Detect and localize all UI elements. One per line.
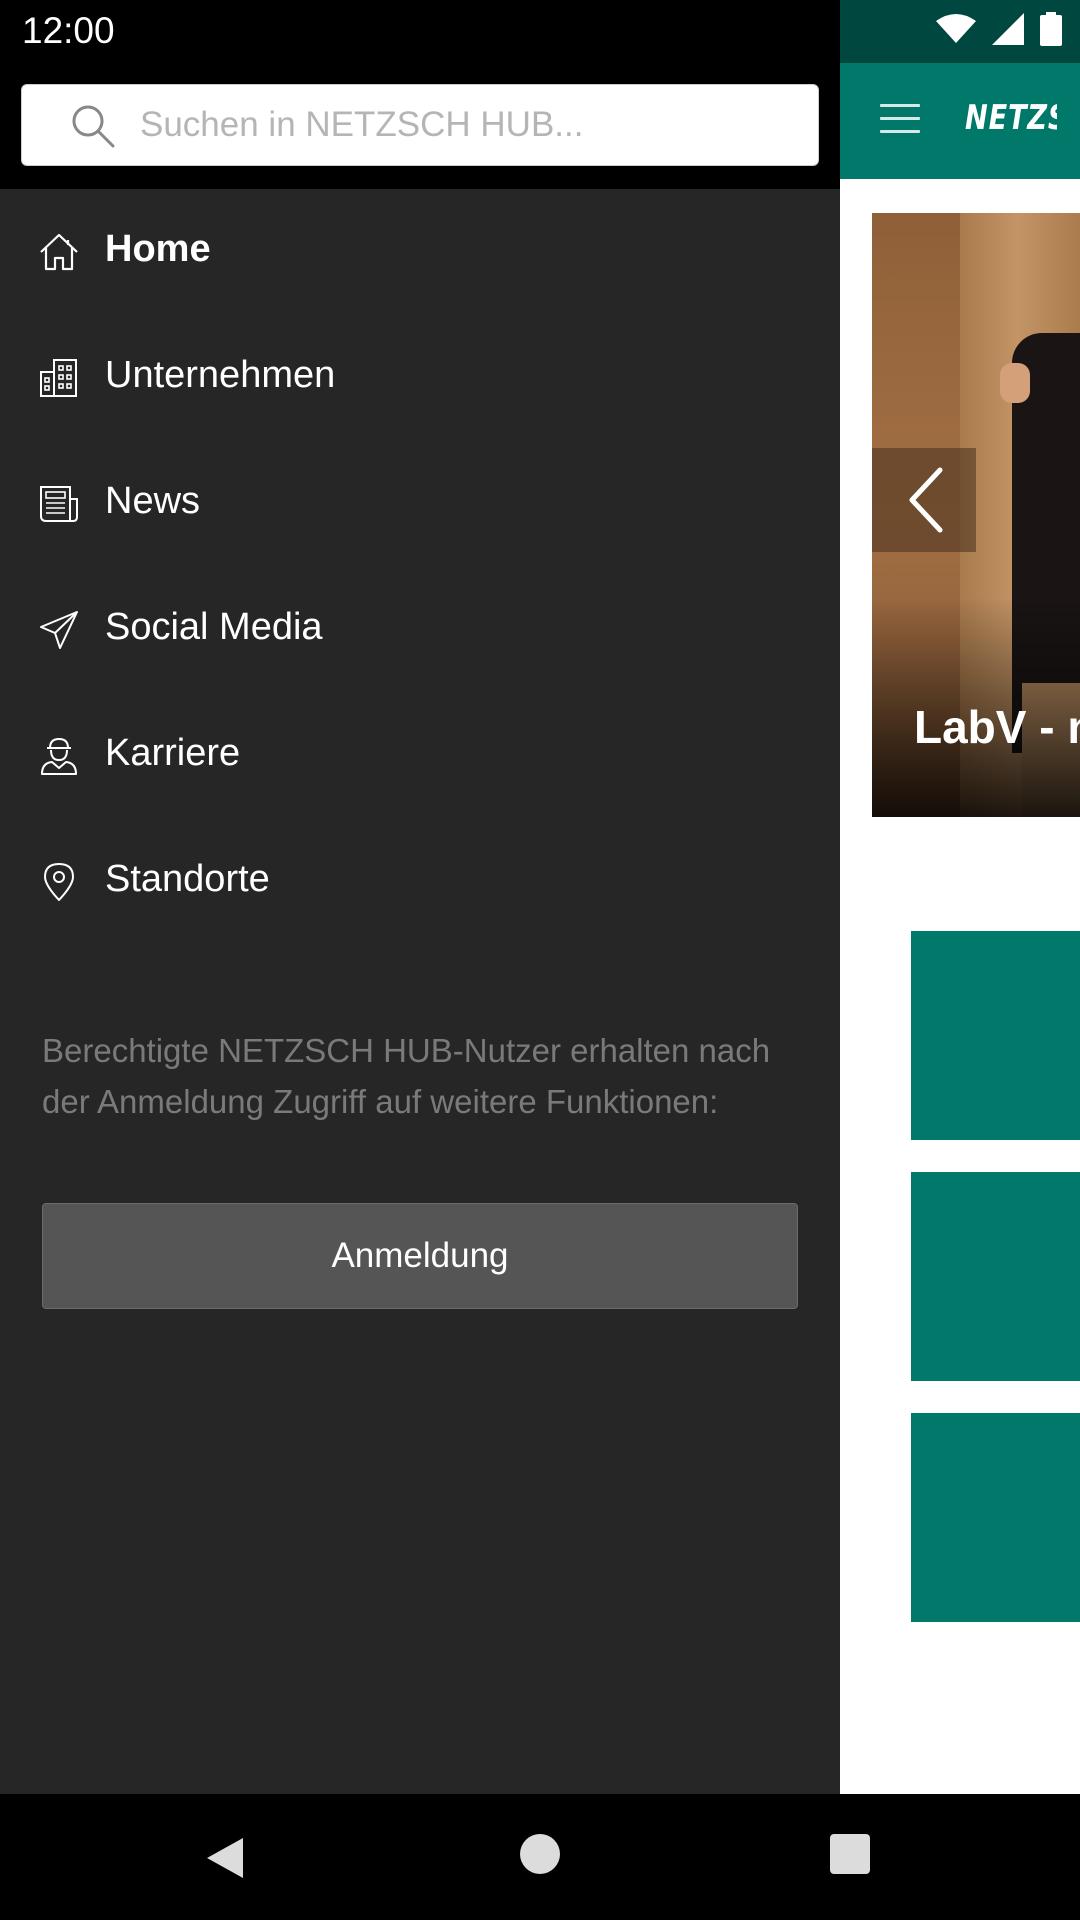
menu-item-news[interactable]: News — [0, 458, 840, 548]
home-button-icon[interactable] — [520, 1834, 560, 1874]
search-box[interactable] — [21, 84, 819, 166]
menu-item-label: Social Media — [105, 606, 323, 648]
navigation-drawer: Home Unternehmen News — [0, 63, 840, 1794]
menu-item-label: News — [105, 480, 201, 522]
brand-logo: NETZSCH — [965, 98, 1057, 138]
hamburger-menu-icon[interactable] — [880, 104, 920, 136]
newspaper-icon — [40, 486, 78, 522]
battery-icon — [1040, 12, 1062, 46]
paper-plane-icon — [40, 611, 78, 649]
menu-item-label: Karriere — [105, 732, 241, 774]
menu-item-social-media[interactable]: Social Media — [0, 584, 840, 674]
login-hint-text: Berechtigte NETZSCH HUB-Nutzer erhalten … — [42, 1032, 771, 1120]
menu-item-standorte[interactable]: Standorte — [0, 836, 840, 926]
menu-item-label: Unternehmen — [105, 354, 336, 396]
status-bar: 12:00 — [0, 0, 840, 63]
back-icon[interactable] — [205, 1836, 245, 1880]
content-tile[interactable] — [911, 931, 1080, 1140]
status-time: 12:00 — [22, 10, 115, 51]
login-button[interactable]: Anmeldung — [42, 1203, 798, 1309]
content-tile[interactable] — [911, 1413, 1080, 1622]
menu-item-unternehmen[interactable]: Unternehmen — [0, 332, 840, 422]
chevron-left-icon — [909, 467, 943, 533]
menu-item-label: Home — [105, 228, 211, 270]
banner-title: LabV - n — [914, 701, 1080, 753]
menu-item-label: Standorte — [105, 858, 270, 900]
menu-item-home[interactable]: Home — [0, 206, 840, 296]
system-navigation-bar — [0, 1794, 1080, 1920]
cellular-signal-icon — [992, 13, 1024, 45]
building-icon — [40, 359, 77, 397]
content-tile[interactable] — [911, 1172, 1080, 1381]
search-area — [0, 63, 840, 189]
status-bar-right — [840, 0, 1080, 63]
menu-item-karriere[interactable]: Karriere — [0, 710, 840, 800]
carousel-prev-button[interactable] — [872, 448, 976, 552]
search-icon — [72, 105, 115, 148]
recents-icon[interactable] — [830, 1834, 870, 1874]
worker-icon — [41, 737, 77, 775]
wifi-icon — [936, 14, 976, 43]
home-icon — [40, 233, 78, 271]
location-pin-icon — [44, 863, 74, 901]
search-input[interactable] — [140, 85, 800, 165]
